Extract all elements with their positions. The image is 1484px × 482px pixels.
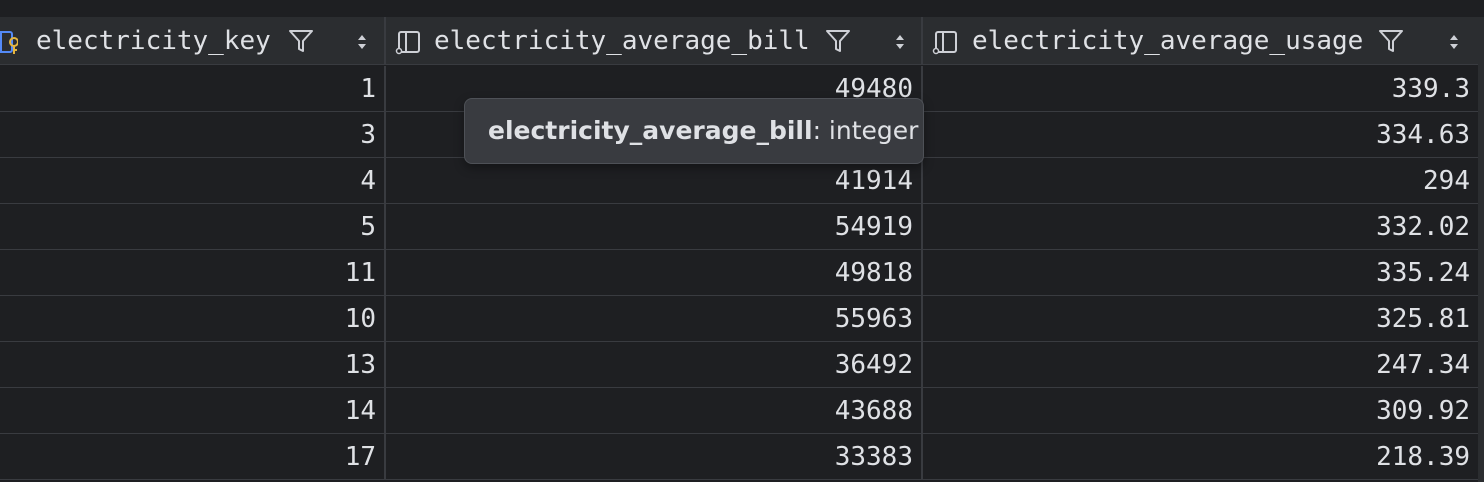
cell-electricity-average-usage[interactable]: 309.92 [923, 388, 1479, 434]
cell-electricity-average-usage[interactable]: 335.24 [923, 250, 1479, 296]
data-grid: electricity_key electricity_average_bill [0, 0, 1484, 482]
column-name: electricity_key [36, 26, 271, 56]
cell-electricity-average-bill[interactable]: 33383 [386, 434, 923, 480]
cell-electricity-key[interactable]: 1 [0, 66, 386, 112]
vertical-scrollbar-track[interactable] [1478, 17, 1484, 482]
table-row[interactable]: 4 41914 294 [0, 158, 1484, 204]
sort-icon[interactable] [893, 31, 907, 53]
filter-icon[interactable] [1378, 28, 1404, 54]
table-row[interactable]: 10 55963 325.81 [0, 296, 1484, 342]
tooltip-column-type: : integer [812, 116, 919, 145]
table-row[interactable]: 5 54919 332.02 [0, 204, 1484, 250]
column-icon [395, 31, 420, 55]
cell-electricity-key[interactable]: 10 [0, 296, 386, 342]
cell-electricity-average-bill[interactable]: 43688 [386, 388, 923, 434]
column-type-tooltip: electricity_average_bill: integer [464, 98, 924, 164]
cell-electricity-average-bill[interactable]: 41914 [386, 158, 923, 204]
column-name: electricity_average_bill [434, 26, 810, 56]
column-header-electricity-key[interactable]: electricity_key [0, 17, 386, 64]
cell-electricity-key[interactable]: 13 [0, 342, 386, 388]
cell-electricity-key[interactable]: 5 [0, 204, 386, 250]
table-row[interactable]: 13 36492 247.34 [0, 342, 1484, 388]
sort-icon[interactable] [355, 31, 369, 53]
sort-icon[interactable] [1447, 31, 1461, 53]
column-header-electricity-average-usage[interactable]: electricity_average_usage [923, 17, 1478, 64]
cell-electricity-average-usage[interactable]: 334.63 [923, 112, 1479, 158]
cell-electricity-average-usage[interactable]: 332.02 [923, 204, 1479, 250]
cell-electricity-average-bill[interactable]: 55963 [386, 296, 923, 342]
cell-electricity-average-usage[interactable]: 247.34 [923, 342, 1479, 388]
cell-electricity-average-bill[interactable]: 36492 [386, 342, 923, 388]
primary-key-column-icon [0, 31, 18, 54]
cell-electricity-average-usage[interactable]: 218.39 [923, 434, 1479, 480]
column-header-electricity-average-bill[interactable]: electricity_average_bill [386, 17, 923, 64]
table-row[interactable]: 11 49818 335.24 [0, 250, 1484, 296]
cell-electricity-key[interactable]: 17 [0, 434, 386, 480]
tooltip-column-name: electricity_average_bill [488, 116, 813, 145]
table-row[interactable]: 14 43688 309.92 [0, 388, 1484, 434]
filter-icon[interactable] [288, 28, 314, 54]
grid-header-row: electricity_key electricity_average_bill [0, 17, 1484, 65]
table-row[interactable]: 17 33383 218.39 [0, 434, 1484, 480]
cell-electricity-average-usage[interactable]: 294 [923, 158, 1479, 204]
cell-electricity-key[interactable]: 3 [0, 112, 386, 158]
cell-electricity-average-usage[interactable]: 339.3 [923, 66, 1479, 112]
column-name: electricity_average_usage [972, 26, 1364, 56]
cell-electricity-key[interactable]: 14 [0, 388, 386, 434]
cell-electricity-key[interactable]: 11 [0, 250, 386, 296]
grid-top-strip [0, 0, 1484, 17]
cell-electricity-average-bill[interactable]: 49818 [386, 250, 923, 296]
cell-electricity-average-bill[interactable]: 54919 [386, 204, 923, 250]
cell-electricity-average-usage[interactable]: 325.81 [923, 296, 1479, 342]
cell-electricity-key[interactable]: 4 [0, 158, 386, 204]
column-icon [932, 31, 957, 55]
filter-icon[interactable] [825, 28, 851, 54]
